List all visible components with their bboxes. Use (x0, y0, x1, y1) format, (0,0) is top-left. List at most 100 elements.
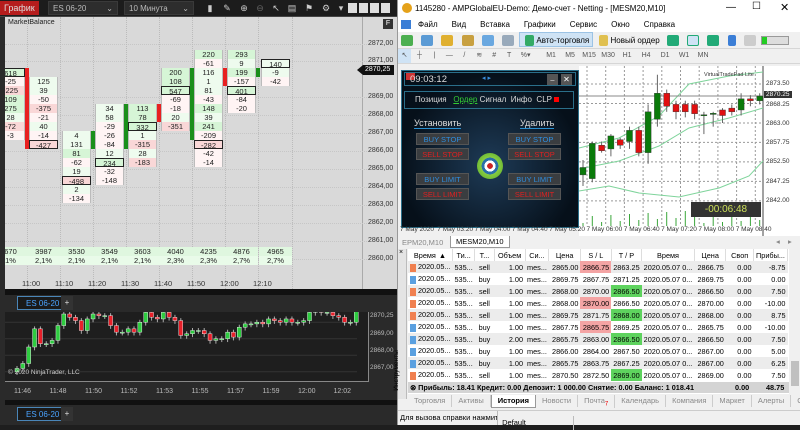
remove-buy-limit-button[interactable]: BUY LIMIT (508, 173, 561, 185)
column-header[interactable]: Си... (525, 249, 549, 261)
mt-price-chart[interactable]: VirtualTradePad Lite -00:06:48 2870.25 2… (579, 66, 800, 236)
cursor-icon[interactable]: ↖ (398, 49, 411, 63)
tab-alerts[interactable]: Алерты (752, 395, 791, 407)
tab-company[interactable]: Компания (666, 395, 713, 407)
templates-icon[interactable]: ⚑ (304, 3, 314, 13)
column-header[interactable]: Время (642, 249, 695, 261)
menu-file[interactable]: Файл (418, 20, 438, 29)
table-row[interactable]: 2020.05...535...buy1.00mes...2867.752865… (408, 321, 788, 333)
column-header[interactable]: Цена (694, 249, 726, 261)
tab-trade[interactable]: Торговля (408, 395, 452, 407)
autotrading-button[interactable]: Авто-торговля (519, 32, 593, 47)
tabs-scroll-left-icon[interactable]: ◂ (776, 237, 780, 246)
toolbox-side-panel[interactable]: × Инструменты (398, 249, 407, 399)
interval-selector[interactable]: 10 Минута⌄ (124, 1, 194, 15)
column-header[interactable]: Своп (726, 249, 754, 261)
remove-sell-stop-button[interactable]: SELL STOP (508, 148, 561, 160)
column-header[interactable]: Цена (549, 249, 581, 261)
tab-calendar[interactable]: Календарь (615, 395, 666, 407)
timeframe-h4[interactable]: H4 (637, 49, 656, 63)
strategy-icon[interactable]: ⚙ (321, 3, 331, 13)
table-row[interactable]: 2020.05...535...buy1.00mes...2866.002864… (408, 345, 788, 357)
chart-menu-button[interactable]: График (0, 1, 39, 15)
text-icon[interactable]: T (503, 49, 516, 63)
timeframe-w1[interactable]: W1 (675, 49, 694, 63)
price-chart[interactable]: © 2020 NinjaTrader, LLC (5, 312, 369, 382)
add-tab-button[interactable]: + (61, 407, 73, 421)
signals-icon[interactable] (502, 35, 514, 46)
pointer-icon[interactable]: ↖ (271, 3, 281, 13)
fibonacci-icon[interactable]: ≋ (473, 49, 486, 63)
properties-icon[interactable]: ▤ (287, 3, 297, 13)
profiles-icon[interactable] (421, 35, 433, 46)
timeframe-m1[interactable]: M1 (542, 49, 561, 63)
tab-exposure[interactable]: Активы (452, 395, 490, 407)
bar-chart-icon[interactable] (667, 35, 679, 46)
chat-icon[interactable] (744, 35, 756, 46)
close-button[interactable] (381, 3, 390, 13)
column-header[interactable]: S / L (580, 249, 611, 261)
table-row[interactable]: 2020.05...535...sell1.00mes...2868.00287… (408, 297, 788, 309)
tab-signals[interactable]: Сигналы (791, 395, 800, 407)
candlestick-icon[interactable] (687, 35, 699, 46)
horizontal-line-icon[interactable]: — (443, 49, 456, 63)
more-icon[interactable]: ▾ (336, 3, 346, 13)
tab-history[interactable]: История (491, 395, 536, 408)
timeframe-h1[interactable]: H1 (618, 49, 637, 63)
set-buy-stop-button[interactable]: BUY STOP (416, 133, 469, 145)
table-row[interactable]: 2020.05...535...buy2.00mes...2865.752863… (408, 333, 788, 345)
navigator-icon[interactable] (462, 35, 474, 46)
vertical-line-icon[interactable]: | (428, 49, 441, 63)
market-watch-icon[interactable] (441, 35, 453, 46)
bar-type-icon[interactable]: ▮ (205, 3, 215, 13)
column-header[interactable]: Время▲ (408, 249, 452, 261)
column-header[interactable]: Т... (475, 249, 494, 261)
menu-tools[interactable]: Сервис (570, 20, 597, 29)
tab-order[interactable]: Ордер (453, 95, 477, 104)
scrollbar-thumb[interactable] (791, 361, 799, 386)
tabs-scroll-right-icon[interactable]: ▸ (788, 237, 792, 246)
layout-icon[interactable] (348, 3, 357, 13)
tab-info[interactable]: Инфо (511, 95, 532, 104)
menu-charts[interactable]: Графики (524, 20, 556, 29)
set-buy-limit-button[interactable]: BUY LIMIT (416, 173, 469, 185)
horizontal-scrollbar[interactable] (5, 400, 397, 405)
zoom-in-icon[interactable]: ⊕ (239, 3, 249, 13)
line-chart-icon[interactable] (707, 35, 719, 46)
zoom-out-icon[interactable]: ⊖ (255, 3, 265, 13)
new-order-button[interactable]: Новый ордер (595, 33, 661, 49)
table-row[interactable]: 2020.05...535...buy1.00mes...2869.752867… (408, 273, 788, 285)
tab-position[interactable]: Позиция (415, 95, 447, 104)
timeframe-m30[interactable]: M30 (599, 49, 618, 63)
tab-clp[interactable]: CLP (536, 95, 551, 104)
column-header[interactable]: Прибы... (754, 249, 788, 261)
column-header[interactable]: Ти... (452, 249, 474, 261)
tab-mailbox[interactable]: Почта7 (578, 395, 615, 408)
set-sell-stop-button[interactable]: SELL STOP (416, 148, 469, 160)
f-button[interactable]: F (383, 19, 393, 29)
shapes-icon[interactable]: %▾ (518, 49, 534, 63)
table-row[interactable]: 2020.05...535...sell1.00mes...2868.00287… (408, 285, 788, 297)
instrument-selector[interactable]: ES 06-20⌄ (48, 1, 118, 15)
panel-arrows-icon[interactable]: ◂ ▸ (482, 74, 491, 82)
timeframe-d1[interactable]: D1 (656, 49, 675, 63)
panel-minimize-button[interactable]: _ (547, 74, 558, 85)
tab-epm20[interactable]: EPM20,M10 (402, 238, 443, 247)
menu-insert[interactable]: Вставка (480, 20, 510, 29)
tab-mesm20[interactable]: MESM20,M10 (450, 236, 510, 248)
minimize-button[interactable] (359, 3, 368, 13)
trendline-icon[interactable]: / (458, 49, 471, 63)
crosshair-icon[interactable]: ┼ (413, 49, 426, 63)
table-row[interactable]: 2020.05...535...sell1.00mes...2870.50287… (408, 369, 788, 381)
close-icon[interactable]: × (399, 249, 403, 256)
tab-news[interactable]: Новости (536, 395, 578, 407)
pencil-icon[interactable]: ✎ (222, 3, 232, 13)
set-sell-limit-button[interactable]: SELL LIMIT (416, 188, 469, 200)
tab-market[interactable]: Маркет (713, 395, 751, 407)
timeframe-m5[interactable]: M5 (561, 49, 580, 63)
column-header[interactable]: T / P (611, 249, 641, 261)
table-row[interactable]: 2020.05...535...sell1.00mes...2869.75287… (408, 309, 788, 321)
panel-close-button[interactable]: ✕ (561, 74, 572, 85)
maximize-button[interactable] (370, 3, 379, 13)
menu-help[interactable]: Справка (644, 20, 675, 29)
